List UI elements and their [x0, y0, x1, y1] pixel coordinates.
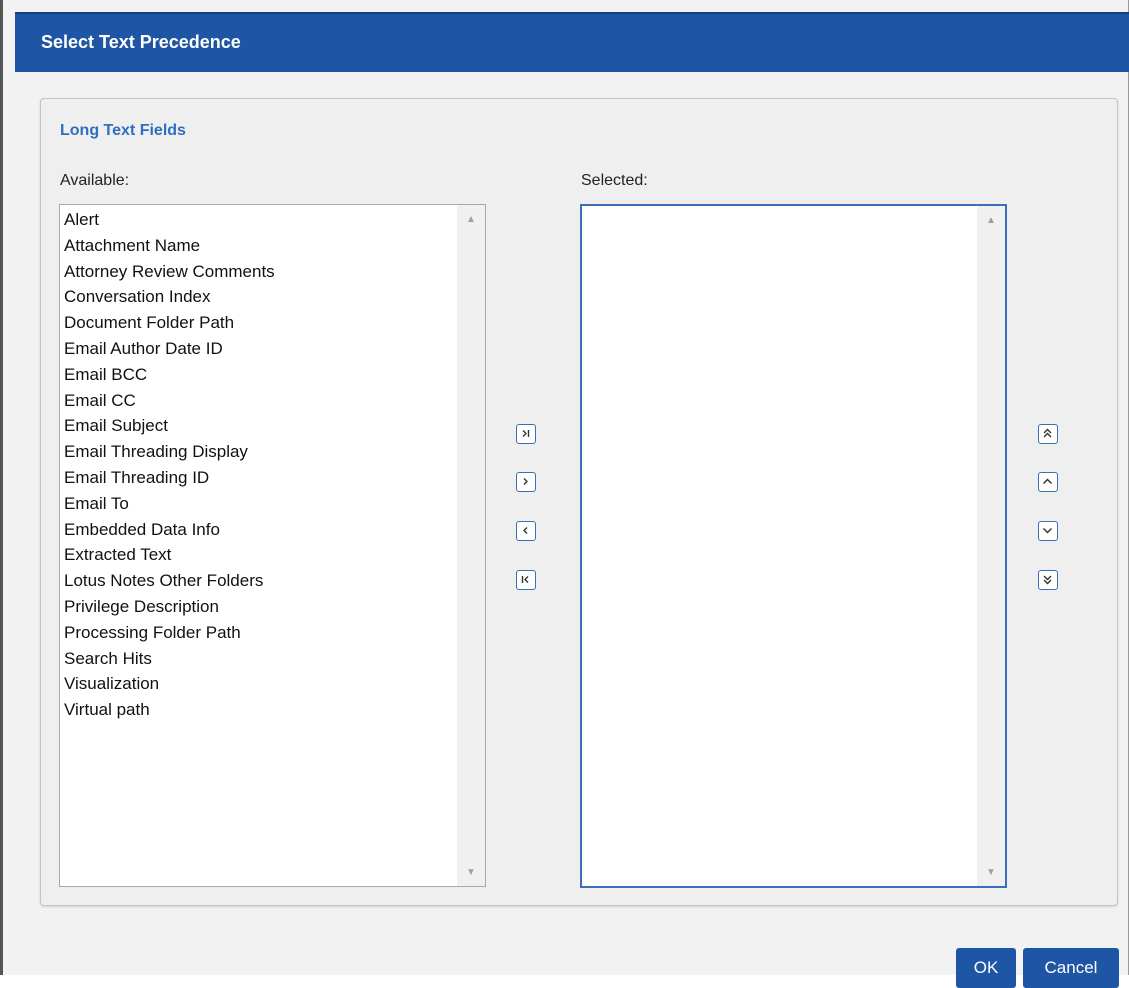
move-all-right-icon	[522, 430, 530, 437]
available-items: Alert Attachment Name Attorney Review Comm…	[64, 207, 275, 723]
list-item[interactable]: Virtual path	[64, 697, 275, 723]
list-item[interactable]: Alert	[64, 207, 275, 233]
available-scrollbar[interactable]: ▲ ▼	[457, 205, 485, 886]
move-all-left-button[interactable]	[516, 570, 536, 590]
scroll-up-arrow-icon[interactable]: ▲	[977, 212, 1005, 230]
list-item[interactable]: Processing Folder Path	[64, 620, 275, 646]
list-item[interactable]: Visualization	[64, 671, 275, 697]
long-text-fields-panel: Long Text Fields Available: Selected: Al…	[40, 98, 1118, 906]
selected-list[interactable]: ▲ ▼	[580, 204, 1007, 888]
list-item[interactable]: Conversation Index	[64, 284, 275, 310]
available-list[interactable]: Alert Attachment Name Attorney Review Comm…	[59, 204, 486, 887]
list-item[interactable]: Attorney Review Comments	[64, 259, 275, 285]
list-item[interactable]: Email Threading Display	[64, 439, 275, 465]
scroll-down-arrow-icon[interactable]: ▼	[977, 864, 1005, 882]
move-all-left-icon	[521, 576, 529, 583]
list-item[interactable]: Embedded Data Info	[64, 517, 275, 543]
chevron-right-icon	[523, 478, 528, 485]
move-to-bottom-button[interactable]	[1038, 570, 1058, 590]
move-left-button[interactable]	[516, 521, 536, 541]
ok-button[interactable]: OK	[956, 948, 1016, 988]
list-item[interactable]: Email CC	[64, 388, 275, 414]
chevron-left-icon	[523, 527, 528, 534]
list-item[interactable]: Document Folder Path	[64, 310, 275, 336]
move-down-button[interactable]	[1038, 521, 1058, 541]
list-item[interactable]: Email To	[64, 491, 275, 517]
list-item[interactable]: Email Threading ID	[64, 465, 275, 491]
scroll-down-arrow-icon[interactable]: ▼	[457, 864, 485, 882]
section-title: Long Text Fields	[60, 122, 186, 139]
move-right-button[interactable]	[516, 472, 536, 492]
double-chevron-up-icon	[1043, 428, 1052, 438]
selected-scrollbar[interactable]: ▲ ▼	[977, 206, 1005, 886]
list-item[interactable]: Email Author Date ID	[64, 336, 275, 362]
selected-label: Selected:	[581, 172, 648, 189]
list-item[interactable]: Extracted Text	[64, 542, 275, 568]
chevron-down-icon	[1042, 527, 1053, 534]
select-text-precedence-dialog: Select Text Precedence Long Text Fields …	[0, 0, 1129, 988]
double-chevron-down-icon	[1043, 575, 1052, 585]
move-all-right-button[interactable]	[516, 424, 536, 444]
scroll-up-arrow-icon[interactable]: ▲	[457, 211, 485, 229]
dialog-title-bar: Select Text Precedence	[15, 12, 1129, 72]
chevron-up-icon	[1042, 478, 1053, 485]
list-item[interactable]: Search Hits	[64, 646, 275, 672]
cancel-button[interactable]: Cancel	[1023, 948, 1119, 988]
list-item[interactable]: Lotus Notes Other Folders	[64, 568, 275, 594]
list-item[interactable]: Privilege Description	[64, 594, 275, 620]
dialog-title: Select Text Precedence	[41, 32, 241, 52]
list-item[interactable]: Email Subject	[64, 413, 275, 439]
list-item[interactable]: Attachment Name	[64, 233, 275, 259]
move-to-top-button[interactable]	[1038, 424, 1058, 444]
move-up-button[interactable]	[1038, 472, 1058, 492]
available-label: Available:	[60, 172, 130, 189]
list-item[interactable]: Email BCC	[64, 362, 275, 388]
